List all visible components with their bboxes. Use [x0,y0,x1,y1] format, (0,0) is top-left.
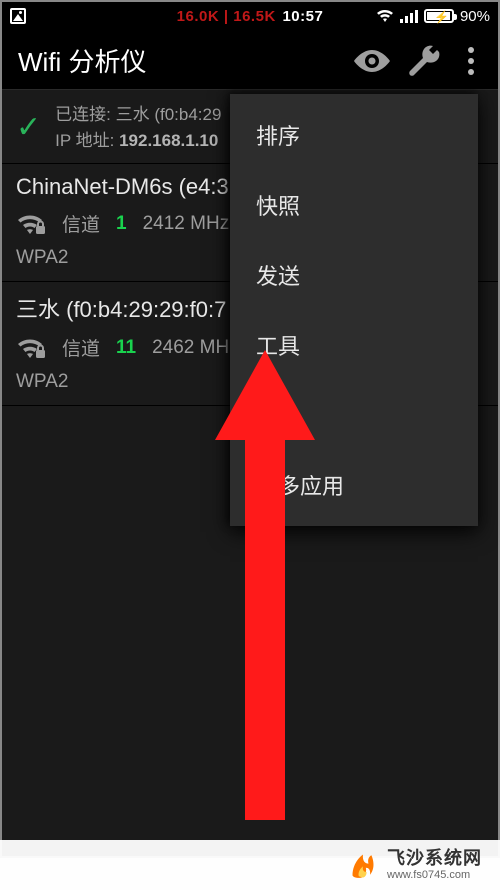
channel-number: 11 [116,337,136,359]
frequency: 2462 MHz [152,337,239,359]
overflow-menu: 排序 快照 发送 工具 更多应用 [230,94,478,526]
connected-text: 已连接: 三水 (f0:b4:29 IP 地址: 192.168.1.10 [55,102,221,153]
status-bar: 16.0K | 16.5K 10:57 ⚡ 90% [0,0,500,32]
net-up: 16.5K [233,8,276,25]
channel-number: 1 [116,213,127,235]
wifi-lock-icon [16,212,46,236]
wifi-lock-icon [16,336,46,360]
wifi-status-icon [376,9,394,23]
net-down: 16.0K [177,8,220,25]
channel-label: 信道 [62,334,100,361]
menu-item-sort[interactable]: 排序 [230,100,478,170]
channel-label: 信道 [62,210,100,237]
clock: 10:57 [282,8,323,25]
frequency: 2412 MHz [143,213,230,235]
menu-item-more-apps[interactable]: 更多应用 [230,450,478,520]
watermark-url: www.fs0745.com [387,869,482,882]
app-title: Wifi 分析仪 [18,42,340,79]
watermark: 飞沙系统网 www.fs0745.com [0,840,500,890]
eye-icon[interactable] [352,41,392,81]
watermark-logo-icon [349,851,377,879]
wrench-icon[interactable] [404,41,444,81]
menu-item-hidden[interactable] [230,380,478,450]
battery-icon: ⚡ [424,9,454,23]
watermark-title: 飞沙系统网 [387,848,482,869]
menu-item-tools[interactable]: 工具 [230,310,478,380]
check-icon: ✓ [16,113,41,143]
app-bar: Wifi 分析仪 [0,32,500,90]
overflow-menu-icon[interactable] [456,47,486,75]
menu-item-send[interactable]: 发送 [230,240,478,310]
menu-item-snapshot[interactable]: 快照 [230,170,478,240]
